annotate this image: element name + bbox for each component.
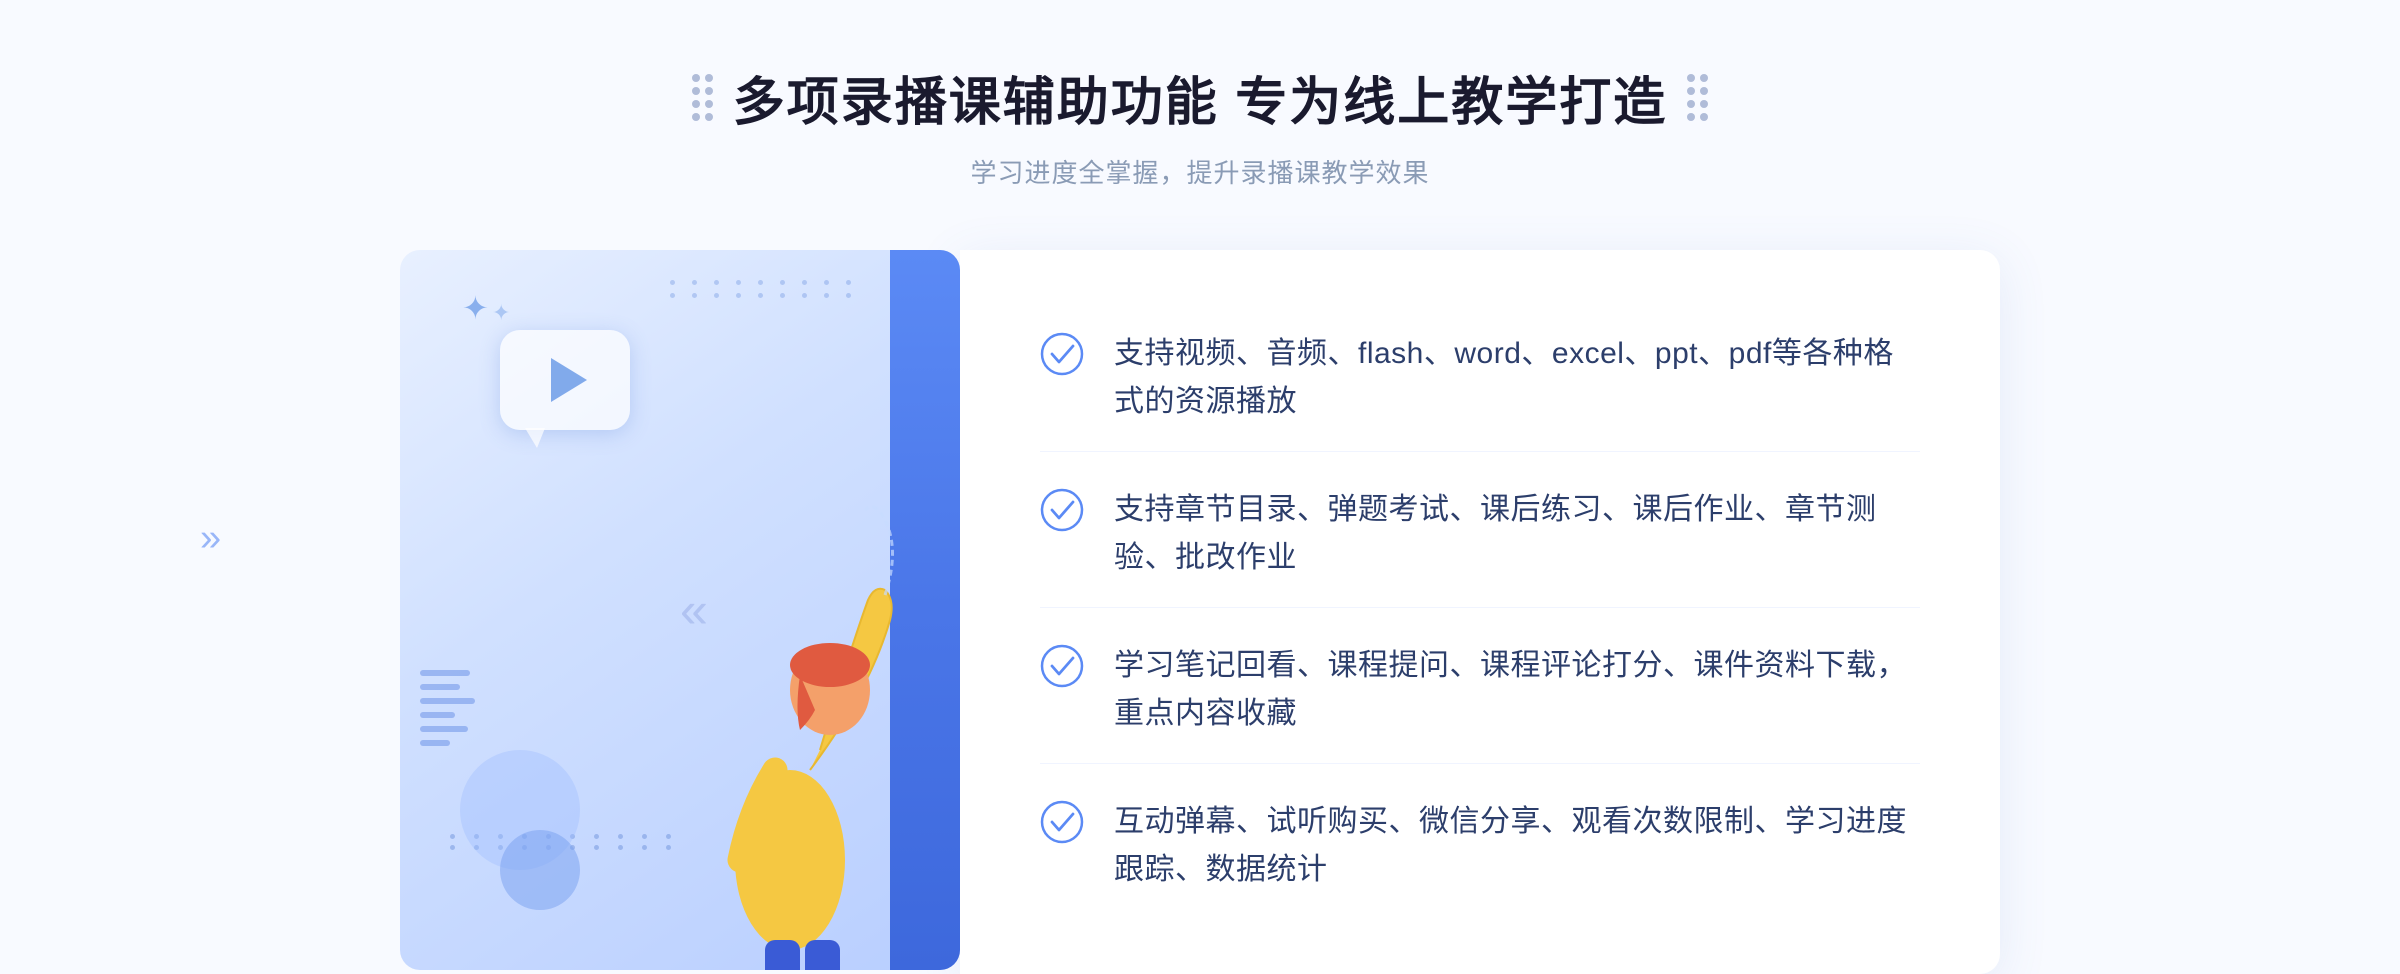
feature-item-4: 互动弹幕、试听购买、微信分享、观看次数限制、学习进度跟踪、数据统计	[1040, 773, 1920, 919]
feature-text-3: 学习笔记回看、课程提问、课程评论打分、课件资料下载，重点内容收藏	[1114, 642, 1920, 738]
main-title: 多项录播课辅助功能 专为线上教学打造	[733, 60, 1667, 135]
sparkle-mark-2: ✦	[492, 302, 510, 324]
feature-text-1: 支持视频、音频、flash、word、excel、ppt、pdf等各种格式的资源…	[1114, 330, 1920, 426]
left-dots-decoration	[692, 74, 713, 121]
check-circle-icon-2	[1040, 488, 1084, 532]
chevron-left-icon: «	[680, 582, 708, 638]
dot-pattern-top	[670, 280, 860, 298]
chevron-right-icon: »	[200, 517, 221, 559]
feature-text-2: 支持章节目录、弹题考试、课后练习、课后作业、章节测验、批改作业	[1114, 486, 1920, 582]
feature-item-1: 支持视频、音频、flash、word、excel、ppt、pdf等各种格式的资源…	[1040, 305, 1920, 452]
check-circle-icon-3	[1040, 644, 1084, 688]
page-container: 多项录播课辅助功能 专为线上教学打造 学习进度全掌握，提升录播课教学效果 »	[0, 0, 2400, 974]
deco-circle-filled	[500, 830, 580, 910]
content-area: ✦ ✦	[400, 240, 2000, 974]
sparkle-mark-1: ✦	[462, 292, 489, 324]
check-circle-icon-4	[1040, 800, 1084, 844]
feature-item-2: 支持章节目录、弹题考试、课后练习、课后作业、章节测验、批改作业	[1040, 461, 1920, 608]
stripes-decoration	[420, 670, 480, 770]
feature-text-4: 互动弹幕、试听购买、微信分享、观看次数限制、学习进度跟踪、数据统计	[1114, 798, 1920, 894]
check-circle-icon-1	[1040, 332, 1084, 376]
right-features-panel: 支持视频、音频、flash、word、excel、ppt、pdf等各种格式的资源…	[960, 250, 2000, 974]
page-left-chevrons: »	[200, 517, 221, 560]
title-row: 多项录播课辅助功能 专为线上教学打造	[692, 60, 1708, 135]
play-triangle-icon	[551, 358, 587, 402]
subtitle: 学习进度全掌握，提升录播课教学效果	[970, 153, 1429, 190]
person-illustration	[600, 370, 980, 970]
header-section: 多项录播课辅助功能 专为线上教学打造 学习进度全掌握，提升录播课教学效果	[0, 0, 2400, 190]
left-panel-chevrons: «	[680, 581, 708, 639]
feature-item-3: 学习笔记回看、课程提问、课程评论打分、课件资料下载，重点内容收藏	[1040, 617, 1920, 764]
left-illustration-panel: ✦ ✦	[400, 250, 960, 970]
right-dots-decoration	[1687, 74, 1708, 121]
